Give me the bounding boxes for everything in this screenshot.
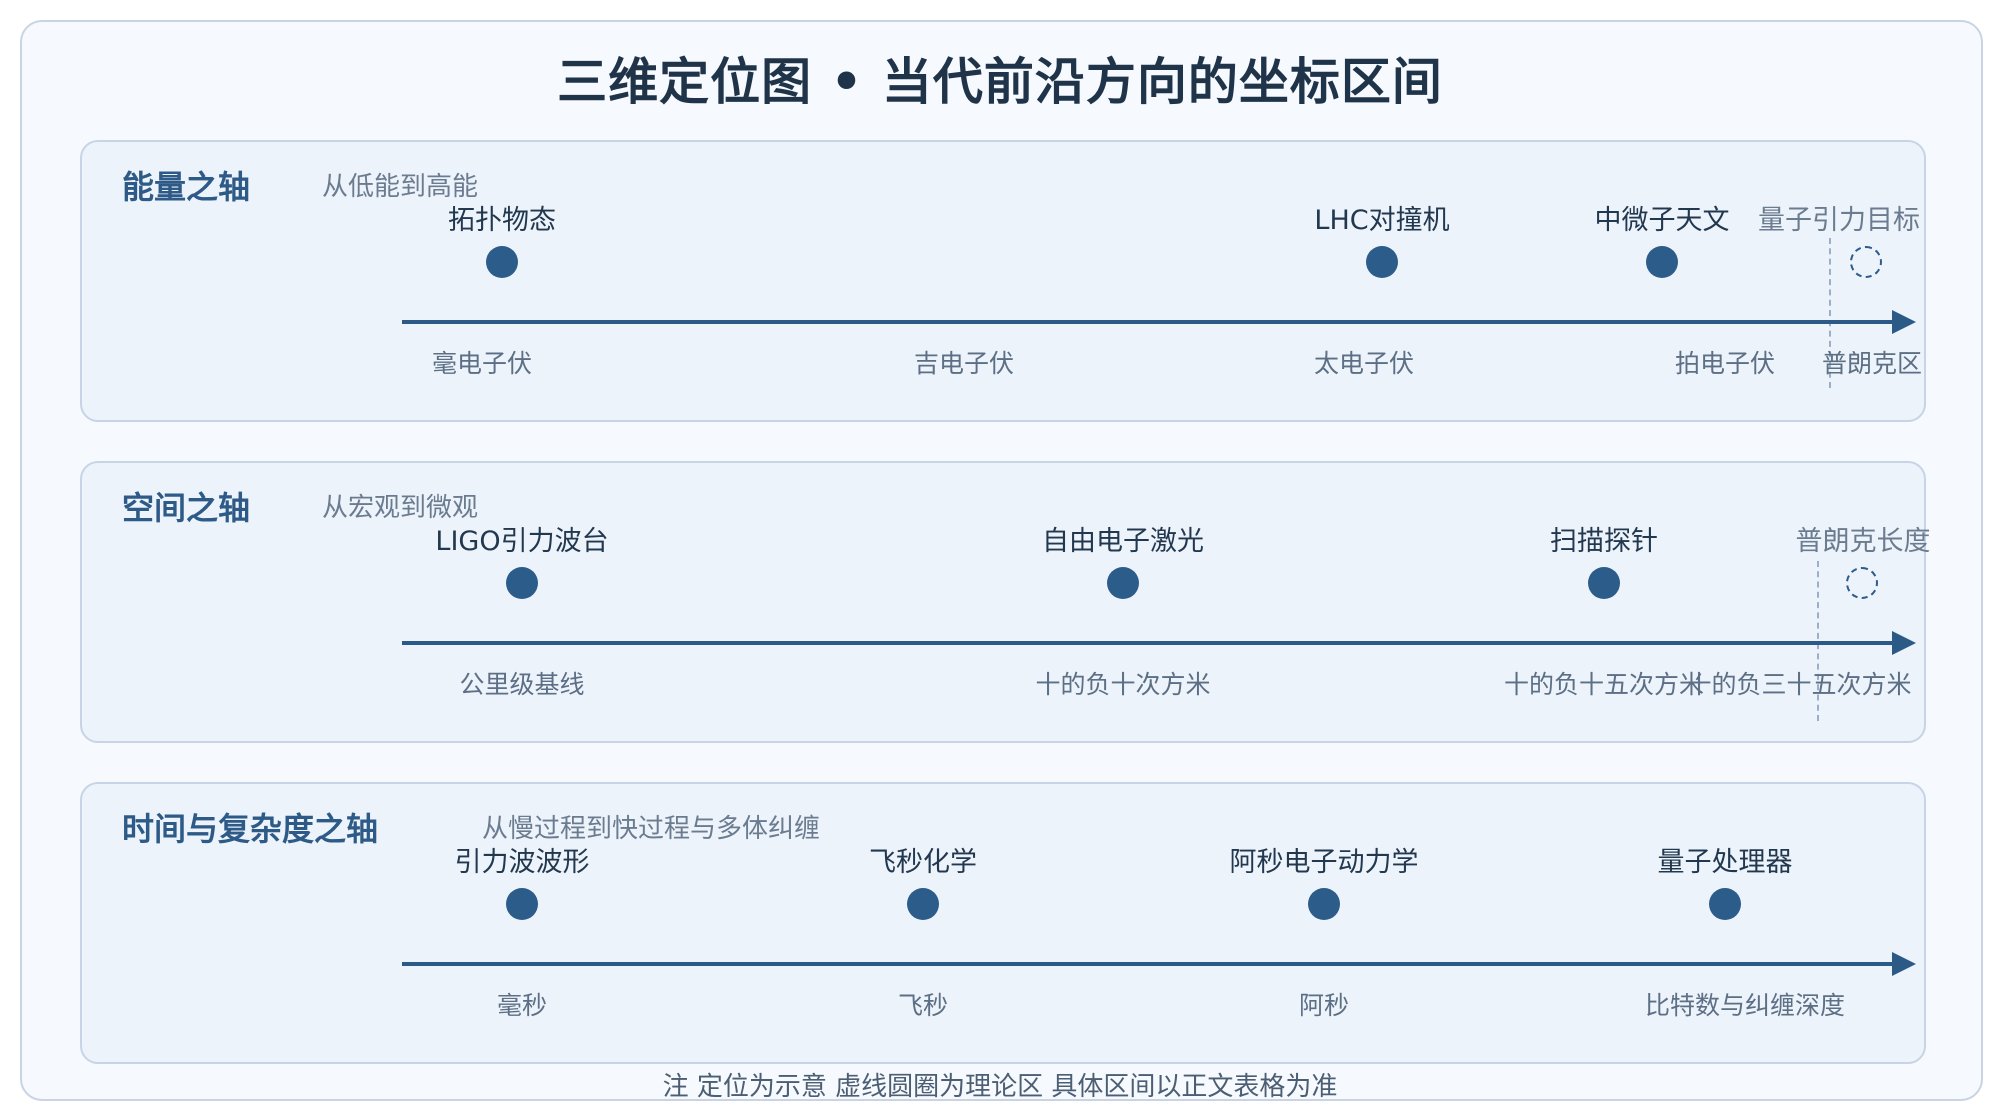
- tick-label: 拍电子伏: [1674, 349, 1776, 378]
- tick-label: 十的负十五次方米: [1503, 670, 1705, 699]
- point-dot: [1366, 246, 1398, 278]
- panel-title: 时间与复杂度之轴: [122, 810, 379, 848]
- tick-label: 普朗克区: [1821, 349, 1923, 378]
- point-dot: [1308, 888, 1340, 920]
- tick-label: 十的负三十五次方米: [1686, 670, 1912, 699]
- axis-line: [402, 320, 1894, 324]
- point-label: 自由电子激光: [1042, 526, 1204, 557]
- tick-label: 毫电子伏: [431, 349, 533, 378]
- point-dot: [1107, 567, 1139, 599]
- axis-arrow-icon: [1892, 310, 1916, 334]
- tick-label: 公里级基线: [459, 670, 585, 699]
- axis-arrow-icon: [1892, 952, 1916, 976]
- theory-point-dot: [1846, 567, 1878, 599]
- point-label: 拓扑物态: [448, 205, 556, 236]
- panel-time-complexity-axis: 时间与复杂度之轴 从慢过程到快过程与多体纠缠 引力波波形 飞秒化学 阿秒电子动力…: [80, 782, 1926, 1064]
- point-dot: [1646, 246, 1678, 278]
- axis-line: [402, 641, 1894, 645]
- point-dot: [1588, 567, 1620, 599]
- tick-label: 比特数与纠缠深度: [1644, 991, 1846, 1020]
- theory-point-label: 量子引力目标: [1758, 205, 1920, 236]
- tick-label: 阿秒: [1298, 991, 1350, 1020]
- point-label: 飞秒化学: [869, 847, 977, 878]
- point-dot: [1709, 888, 1741, 920]
- tick-label: 毫秒: [496, 991, 548, 1020]
- axis-arrow-icon: [1892, 631, 1916, 655]
- point-label: 量子处理器: [1657, 847, 1793, 878]
- theory-point-label: 普朗克长度: [1795, 526, 1931, 557]
- tick-label: 十的负十次方米: [1035, 670, 1211, 699]
- panel-energy-axis: 能量之轴 从低能到高能 拓扑物态 LHC对撞机 中微子天文 量子引力目标 毫电子…: [80, 140, 1926, 422]
- panel-title: 能量之轴: [122, 168, 251, 206]
- point-label: 阿秒电子动力学: [1229, 847, 1419, 878]
- tick-label: 吉电子伏: [913, 349, 1015, 378]
- tick-label: 太电子伏: [1313, 349, 1415, 378]
- theory-point-dot: [1850, 246, 1882, 278]
- point-label: 扫描探针: [1550, 526, 1658, 557]
- panel-title: 空间之轴: [122, 489, 251, 527]
- panel-space-axis: 空间之轴 从宏观到微观 LIGO引力波台 自由电子激光 扫描探针 普朗克长度 公…: [80, 461, 1931, 743]
- point-label: LIGO引力波台: [435, 526, 609, 557]
- page-title: 三维定位图 • 当代前沿方向的坐标区间: [557, 53, 1443, 111]
- point-dot: [506, 567, 538, 599]
- axis-line: [402, 962, 1894, 966]
- point-dot: [907, 888, 939, 920]
- point-label: 引力波波形: [454, 847, 590, 878]
- point-dot: [506, 888, 538, 920]
- footnote: 注 定位为示意 虚线圆圈为理论区 具体区间以正文表格为准: [662, 1072, 1338, 1102]
- point-label: 中微子天文: [1594, 205, 1730, 236]
- point-label: LHC对撞机: [1314, 205, 1450, 236]
- point-dot: [486, 246, 518, 278]
- tick-label: 飞秒: [897, 991, 949, 1020]
